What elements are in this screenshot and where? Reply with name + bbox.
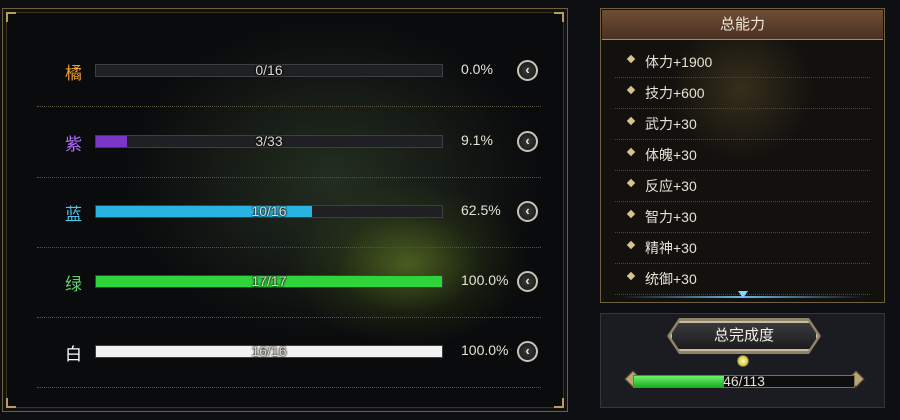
- frame-corner: [6, 398, 16, 408]
- rarity-row-purple: 紫 3/33 9.1% ‹: [37, 122, 541, 178]
- completion-progress-bar: 46/113: [633, 373, 855, 389]
- panel-title: 总能力: [602, 10, 883, 40]
- progress-percent: 100.0%: [461, 342, 509, 358]
- progress-count: 17/17: [251, 273, 287, 289]
- rarity-row-orange: 橘 0/16 0.0% ‹: [37, 51, 541, 107]
- diamond-bullet-icon: [626, 209, 636, 219]
- progress-count: 16/16: [251, 343, 287, 359]
- rarity-row-blue: 蓝 10/16 62.5% ‹: [37, 192, 541, 248]
- list-item: 智力+30: [615, 202, 870, 233]
- rarity-label: 白: [65, 345, 82, 364]
- total-completion-panel: 总完成度 46/113: [600, 313, 885, 408]
- gem-icon: [737, 355, 749, 367]
- progress-percent: 9.1%: [461, 132, 493, 148]
- completion-count: 46/113: [723, 373, 765, 389]
- ability-text: 统御+30: [645, 271, 697, 287]
- ability-list[interactable]: 体力+1900 技力+600 武力+30 体魄+30 反应+30 智力+30 精…: [615, 47, 870, 295]
- chevron-left-icon[interactable]: ‹: [517, 341, 538, 362]
- ability-text: 智力+30: [645, 209, 697, 225]
- chevron-left-icon[interactable]: ‹: [517, 201, 538, 222]
- chevron-left-icon[interactable]: ‹: [517, 60, 538, 81]
- list-item: 体力+1900: [615, 47, 870, 78]
- ability-text: 精神+30: [645, 240, 697, 256]
- row-divider: [37, 317, 541, 318]
- row-divider: [37, 106, 541, 107]
- progress-bar: 10/16: [95, 203, 443, 219]
- list-item: 武力+30: [615, 109, 870, 140]
- progress-bar: 0/16: [95, 62, 443, 78]
- progress-bar: 16/16: [95, 343, 443, 359]
- completion-label: 总完成度: [670, 321, 818, 351]
- rarity-label: 橘: [65, 64, 82, 83]
- glow-divider: [620, 296, 865, 298]
- diamond-bullet-icon: [626, 54, 636, 64]
- list-item: 精神+30: [615, 233, 870, 264]
- list-item: 反应+30: [615, 171, 870, 202]
- diamond-bullet-icon: [626, 85, 636, 95]
- rarity-label: 绿: [65, 275, 82, 294]
- diamond-bullet-icon: [626, 240, 636, 250]
- progress-bar: 3/33: [95, 133, 443, 149]
- chevron-left-icon[interactable]: ‹: [517, 131, 538, 152]
- frame-corner: [554, 12, 564, 22]
- total-abilities-panel: 总能力 体力+1900 技力+600 武力+30 体魄+30 反应+30 智力+…: [600, 8, 885, 303]
- frame-corner: [554, 398, 564, 408]
- ability-text: 反应+30: [645, 178, 697, 194]
- ability-text: 武力+30: [645, 116, 697, 132]
- rarity-row-white: 白 16/16 100.0% ‹: [37, 332, 541, 388]
- rarity-progress-panel: 橘 0/16 0.0% ‹ 紫 3/33 9.1% ‹ 蓝 10/16 62.5…: [2, 8, 568, 412]
- ability-text: 技力+600: [645, 85, 705, 101]
- row-divider: [37, 177, 541, 178]
- frame-corner: [6, 12, 16, 22]
- diamond-bullet-icon: [626, 147, 636, 157]
- progress-count: 3/33: [255, 133, 283, 149]
- rarity-label: 蓝: [65, 205, 82, 224]
- chevron-left-icon[interactable]: ‹: [517, 271, 538, 292]
- progress-percent: 100.0%: [461, 272, 509, 288]
- progress-bar: 17/17: [95, 273, 443, 289]
- diamond-bullet-icon: [626, 178, 636, 188]
- rarity-label: 紫: [65, 135, 82, 154]
- diamond-bullet-icon: [626, 271, 636, 281]
- rarity-row-green: 绿 17/17 100.0% ‹: [37, 262, 541, 318]
- progress-percent: 62.5%: [461, 202, 501, 218]
- ability-text: 体力+1900: [645, 54, 713, 70]
- progress-count: 10/16: [251, 203, 287, 219]
- row-divider: [37, 387, 541, 388]
- progress-percent: 0.0%: [461, 61, 493, 77]
- progress-count: 0/16: [255, 62, 283, 78]
- diamond-bullet-icon: [626, 116, 636, 126]
- row-divider: [37, 247, 541, 248]
- list-item: 技力+600: [615, 78, 870, 109]
- ability-text: 体魄+30: [645, 147, 697, 163]
- list-item: 体魄+30: [615, 140, 870, 171]
